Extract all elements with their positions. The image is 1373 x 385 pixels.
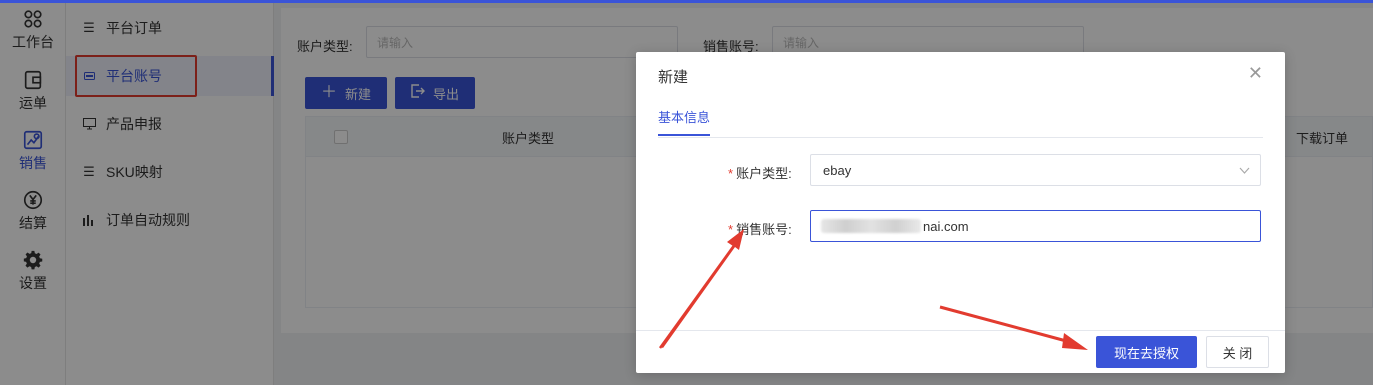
sales-account-label: * 销售账号: xyxy=(728,222,792,237)
chevron-down-icon xyxy=(1239,163,1250,177)
close-icon[interactable]: ✕ xyxy=(1248,64,1263,82)
top-accent-bar xyxy=(0,0,1373,3)
required-mark: * xyxy=(728,166,734,181)
authorize-now-button[interactable]: 现在去授权 xyxy=(1096,336,1197,368)
sales-account-input[interactable]: nai.com xyxy=(810,210,1261,242)
account-type-label: * 账户类型: xyxy=(728,166,792,181)
tab-divider xyxy=(658,137,1263,138)
new-account-dialog: 新建 ✕ 基本信息 * 账户类型: ebay * 销售账号: nai.com 现在去… xyxy=(636,52,1285,373)
tab-basic-info[interactable]: 基本信息 xyxy=(658,107,711,136)
close-button[interactable]: 关 闭 xyxy=(1206,336,1269,368)
sales-account-value: nai.com xyxy=(923,218,969,234)
redacted-blur xyxy=(821,219,921,233)
required-mark: * xyxy=(728,222,734,237)
footer-divider xyxy=(636,330,1285,331)
account-type-value: ebay xyxy=(823,162,852,178)
account-type-select[interactable]: ebay xyxy=(810,154,1261,186)
dialog-title: 新建 xyxy=(658,69,689,86)
